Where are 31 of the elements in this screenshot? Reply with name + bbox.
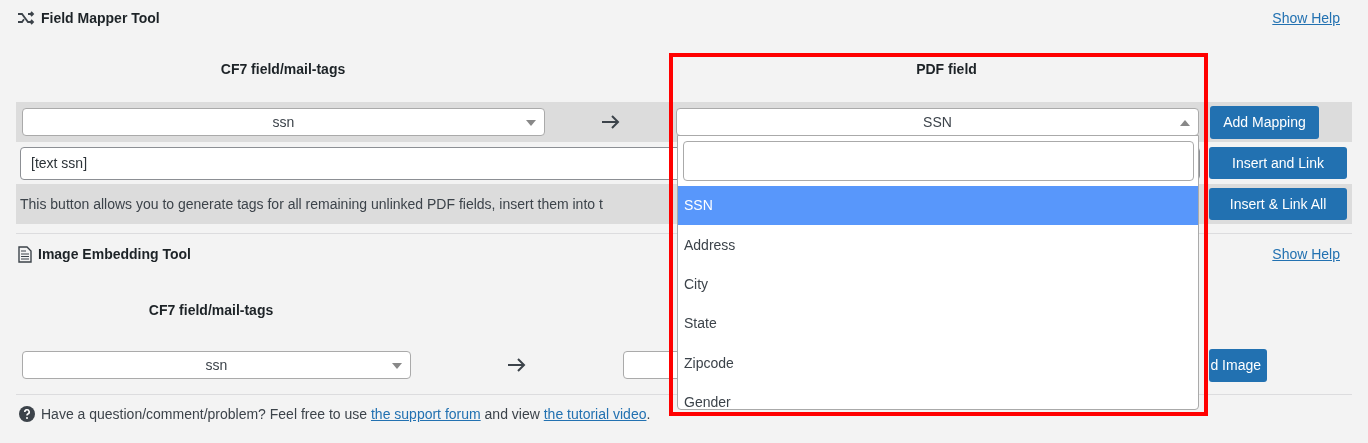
info-text: This button allows you to generate tags for all remaining unlinked PDF fields, insert them into t (20, 196, 603, 212)
document-icon (18, 245, 32, 263)
caret-icon (526, 120, 536, 126)
caret-icon (1180, 120, 1190, 126)
section-title: Image Embedding Tool (38, 244, 191, 264)
caret-icon (392, 363, 402, 369)
column-header: CF7 field/mail-tags (148, 300, 274, 320)
button[interactable]: Insert & Link All (1209, 188, 1347, 220)
dropdown-option[interactable]: Gender (678, 382, 1198, 409)
select-field[interactable]: ssn (22, 351, 411, 379)
footer-text: Have a question/comment/problem? Feel free to use the support forum and view the tutorial video. (41, 404, 651, 424)
select-field[interactable]: SSN (676, 108, 1199, 136)
search-field[interactable] (683, 141, 1194, 181)
button[interactable]: d Image (1209, 348, 1267, 382)
column-header: PDF field (916, 59, 977, 79)
arrow-icon (507, 357, 527, 373)
select-field[interactable]: ssn (22, 108, 545, 136)
button[interactable]: Add Mapping (1210, 105, 1319, 139)
dropdown-option[interactable]: Zipcode (678, 343, 1198, 383)
help-icon (19, 406, 35, 422)
help-link[interactable]: Show Help (1272, 243, 1340, 265)
section-title: Field Mapper Tool (41, 8, 160, 28)
button[interactable]: Insert and Link (1209, 147, 1347, 179)
dropdown-option[interactable]: Address (678, 225, 1198, 265)
link[interactable]: the support forum (370, 405, 481, 422)
column-header: CF7 field/mail-tags (220, 59, 346, 79)
dropdown-option[interactable]: City (678, 264, 1198, 305)
shuffle-icon (18, 11, 35, 25)
arrow-icon (600, 114, 621, 130)
dropdown-option[interactable]: State (678, 304, 1198, 344)
help-link[interactable]: Show Help (1272, 7, 1340, 29)
